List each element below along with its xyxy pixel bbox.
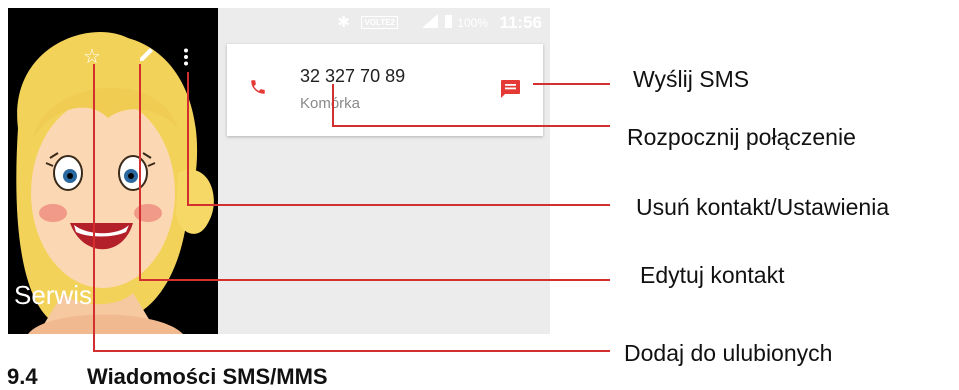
- callout-delete-settings: Usuń kontakt/Ustawienia: [636, 194, 890, 220]
- section-number: 9.4: [7, 364, 38, 389]
- callout-line-fav: [93, 64, 610, 352]
- callout-send-sms: Wyślij SMS: [633, 66, 750, 92]
- callout-line-edit: [139, 64, 610, 281]
- callout-line-call: [332, 84, 610, 127]
- section-heading: 9.4 Wiadomości SMS/MMS: [7, 364, 328, 390]
- section-title: Wiadomości SMS/MMS: [87, 364, 328, 389]
- callout-start-call: Rozpocznij połączenie: [627, 124, 856, 150]
- callout-line-delete: [187, 72, 610, 206]
- callout-lines: [93, 64, 610, 352]
- callout-add-favorite: Dodaj do ulubionych: [624, 340, 833, 366]
- callout-edit-contact: Edytuj kontakt: [640, 262, 785, 288]
